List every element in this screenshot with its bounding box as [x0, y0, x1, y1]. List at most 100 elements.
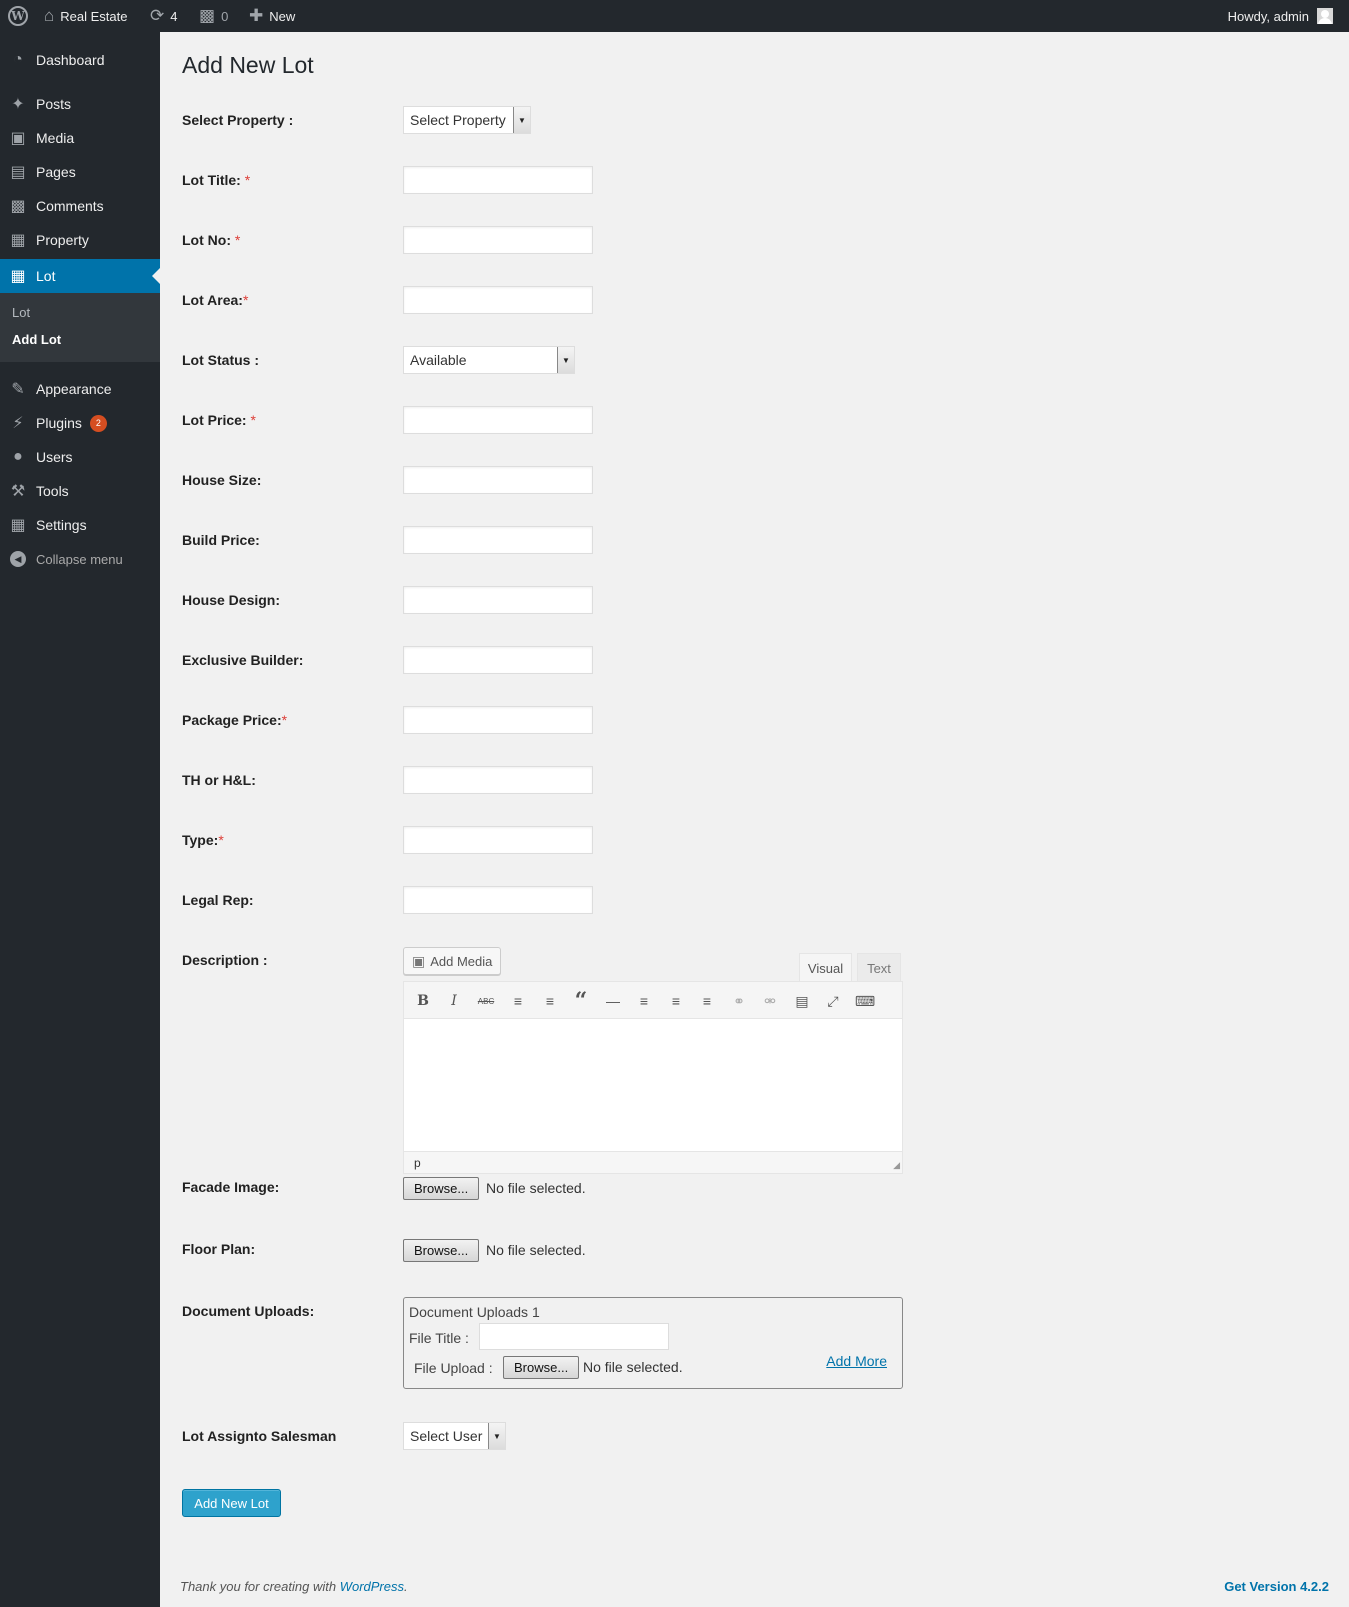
sidebar-item-lot[interactable]: ▦ Lot [0, 259, 160, 293]
facade-image-browse-button[interactable]: Browse... [403, 1177, 480, 1200]
bold-icon[interactable]: B [413, 991, 433, 1011]
link-icon[interactable]: ⚭ [729, 991, 749, 1011]
align-left-icon[interactable]: ≡ [634, 991, 654, 1011]
document-uploads-box: Document Uploads 1 File Title : File Upl… [403, 1297, 903, 1389]
sidebar-item-plugins[interactable]: ⚡ Plugins 2 [0, 406, 160, 440]
sidebar-item-label: Tools [36, 483, 69, 499]
wrench-icon: ⚒ [10, 483, 26, 500]
editor-statusbar: p ◢ [404, 1151, 902, 1173]
wordpress-link[interactable]: WordPress [340, 1579, 404, 1594]
sidebar-item-label: Lot [36, 268, 56, 284]
legal-rep-label: Legal Rep: [182, 892, 254, 908]
submenu-item-lot[interactable]: Lot [12, 305, 30, 320]
user-icon: ● [13, 448, 23, 465]
house-design-input[interactable] [403, 586, 593, 614]
build-price-input[interactable] [403, 526, 593, 554]
lot-title-input[interactable] [403, 166, 593, 194]
type-input[interactable] [403, 826, 593, 854]
my-account-link[interactable]: Howdy, admin [1228, 0, 1333, 32]
sidebar-item-label: Property [36, 232, 89, 248]
keyboard-icon[interactable]: ⌨ [855, 991, 875, 1011]
floor-plan-label: Floor Plan: [182, 1241, 256, 1257]
sidebar-item-pages[interactable]: ▤ Pages [0, 155, 160, 189]
lot-area-input[interactable] [403, 286, 593, 314]
new-content-link[interactable]: ✚ New [249, 0, 295, 32]
sidebar-item-settings[interactable]: ▦ Settings [0, 508, 160, 542]
numbered-list-icon[interactable]: ≡ [540, 991, 560, 1011]
align-center-icon[interactable]: ≡ [666, 991, 686, 1011]
comment-icon: ▩ [199, 6, 216, 25]
add-more-link[interactable]: Add More [826, 1353, 887, 1369]
horizontal-line-icon[interactable]: — [603, 991, 623, 1011]
strikethrough-icon[interactable]: ABC [476, 991, 496, 1011]
sidebar-item-label: Posts [36, 96, 72, 112]
lot-area-label: Lot Area:* [182, 292, 249, 308]
media-icon: ▣ [412, 952, 426, 969]
select-property-dropdown[interactable]: Select Property ▼ [403, 106, 531, 134]
media-icon: ▣ [10, 130, 26, 147]
package-price-input[interactable] [403, 706, 593, 734]
sidebar-item-media[interactable]: ▣ Media [0, 121, 160, 155]
add-media-button[interactable]: ▣ Add Media [403, 947, 502, 975]
facade-image-label: Facade Image: [182, 1179, 280, 1195]
sidebar-item-tools[interactable]: ⚒ Tools [0, 474, 160, 508]
wp-logo-menu[interactable]: W [8, 0, 28, 32]
lot-status-dropdown[interactable]: Available ▼ [403, 346, 575, 374]
sidebar-item-label: Comments [36, 198, 104, 214]
map-icon: ▦ [10, 268, 26, 285]
legal-rep-input[interactable] [403, 886, 593, 914]
file-title-label: File Title : [409, 1330, 469, 1346]
read-more-icon[interactable]: ▤ [792, 991, 812, 1011]
file-title-input[interactable] [479, 1323, 669, 1350]
house-size-input[interactable] [403, 466, 593, 494]
type-label: Type:* [182, 832, 224, 848]
italic-icon[interactable]: I [444, 991, 464, 1011]
footer-version-link[interactable]: Get Version 4.2.2 [1224, 1579, 1329, 1594]
resize-handle-icon[interactable]: ◢ [893, 1160, 900, 1171]
align-right-icon[interactable]: ≡ [697, 991, 717, 1011]
sidebar-item-users[interactable]: ● Users [0, 440, 160, 474]
editor-toolbar: B I ABC ≡ ≡ “ — ≡ ≡ ≡ ⚭ ⚮ ▤ ⤢ ⌨ [404, 982, 902, 1019]
document-file-status: No file selected. [583, 1359, 683, 1375]
tab-text[interactable]: Text [857, 953, 901, 982]
updates-link[interactable]: ⟳ 4 [150, 0, 177, 32]
sidebar-item-comments[interactable]: ▩ Comments [0, 189, 160, 223]
exclusive-builder-input[interactable] [403, 646, 593, 674]
lot-no-input[interactable] [403, 226, 593, 254]
wordpress-logo-icon: W [8, 6, 28, 26]
select-property-value: Select Property [410, 112, 506, 128]
th-hl-input[interactable] [403, 766, 593, 794]
plus-icon: ✚ [249, 6, 264, 25]
fullscreen-icon[interactable]: ⤢ [823, 991, 843, 1011]
refresh-icon: ⟳ [150, 6, 165, 25]
chevron-down-icon: ▼ [557, 347, 574, 373]
sidebar-item-posts[interactable]: ✦ Posts [0, 87, 160, 121]
document-browse-button[interactable]: Browse... [503, 1356, 580, 1379]
comments-link[interactable]: ▩ 0 [199, 0, 228, 32]
add-new-lot-button[interactable]: Add New Lot [182, 1489, 281, 1517]
th-hl-label: TH or H&L: [182, 772, 256, 788]
sidebar-item-label: Settings [36, 517, 87, 533]
document-uploads-label: Document Uploads: [182, 1303, 315, 1319]
site-name-link[interactable]: ⌂ Real Estate [44, 0, 127, 32]
sidebar-item-appearance[interactable]: ✎ Appearance [0, 372, 160, 406]
unlink-icon[interactable]: ⚮ [760, 991, 780, 1011]
bullet-list-icon[interactable]: ≡ [508, 991, 528, 1011]
lot-price-label: Lot Price: * [182, 412, 256, 428]
collapse-menu-button[interactable]: ◀ Collapse menu [0, 542, 160, 576]
floor-plan-browse-button[interactable]: Browse... [403, 1239, 480, 1262]
submenu-item-add-lot[interactable]: Add Lot [12, 332, 61, 347]
tab-visual[interactable]: Visual [799, 953, 852, 982]
comment-icon: ▩ [10, 198, 26, 215]
pages-icon: ▤ [10, 164, 26, 181]
sidebar-item-property[interactable]: ▦ Property [0, 223, 160, 257]
blockquote-icon[interactable]: “ [571, 988, 591, 1014]
sidebar-item-label: Appearance [36, 381, 112, 397]
chevron-down-icon: ▼ [513, 107, 530, 133]
sidebar-item-label: Users [36, 449, 73, 465]
sidebar-item-dashboard[interactable]: ◔ Dashboard [0, 43, 160, 77]
lot-price-input[interactable] [403, 406, 593, 434]
salesman-label: Lot Assignto Salesman [182, 1428, 337, 1444]
salesman-dropdown[interactable]: Select User ▼ [403, 1422, 506, 1450]
map-icon: ▦ [10, 232, 26, 249]
